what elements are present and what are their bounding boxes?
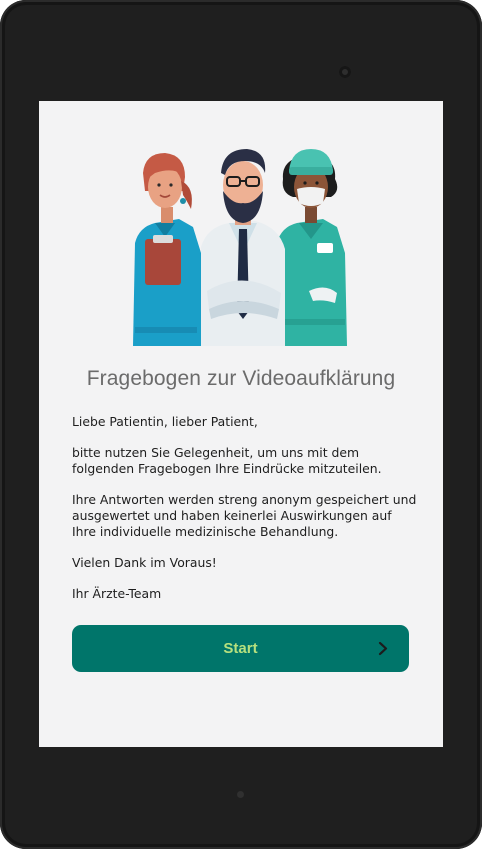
nurse-figure xyxy=(133,153,203,346)
greeting-text: Liebe Patientin, lieber Patient, xyxy=(72,414,258,429)
surgeon-figure xyxy=(277,149,347,346)
doctor-figure xyxy=(201,149,285,346)
intro-text: Liebe Patientin, lieber Patient, bitte n… xyxy=(72,414,417,617)
home-sensor xyxy=(237,791,244,798)
start-button[interactable]: Start xyxy=(72,625,409,672)
page-title: Fragebogen zur Videoaufklärung xyxy=(86,367,396,390)
tablet-frame: Fragebogen zur Videoaufklärung Liebe Pat… xyxy=(0,0,482,849)
request-text: bitte nutzen Sie Gelegenheit, um uns mit… xyxy=(72,445,382,476)
medical-team-illustration xyxy=(133,149,347,346)
start-button-label: Start xyxy=(223,640,258,657)
chevron-right-icon xyxy=(378,641,388,656)
front-camera xyxy=(339,66,351,78)
thanks-text: Vielen Dank im Voraus! xyxy=(72,555,217,570)
signature-text: Ihr Ärzte-Team xyxy=(72,586,162,601)
app-screen: Fragebogen zur Videoaufklärung Liebe Pat… xyxy=(39,101,443,747)
privacy-text: Ihre Antworten werden streng anonym gesp… xyxy=(72,492,417,539)
